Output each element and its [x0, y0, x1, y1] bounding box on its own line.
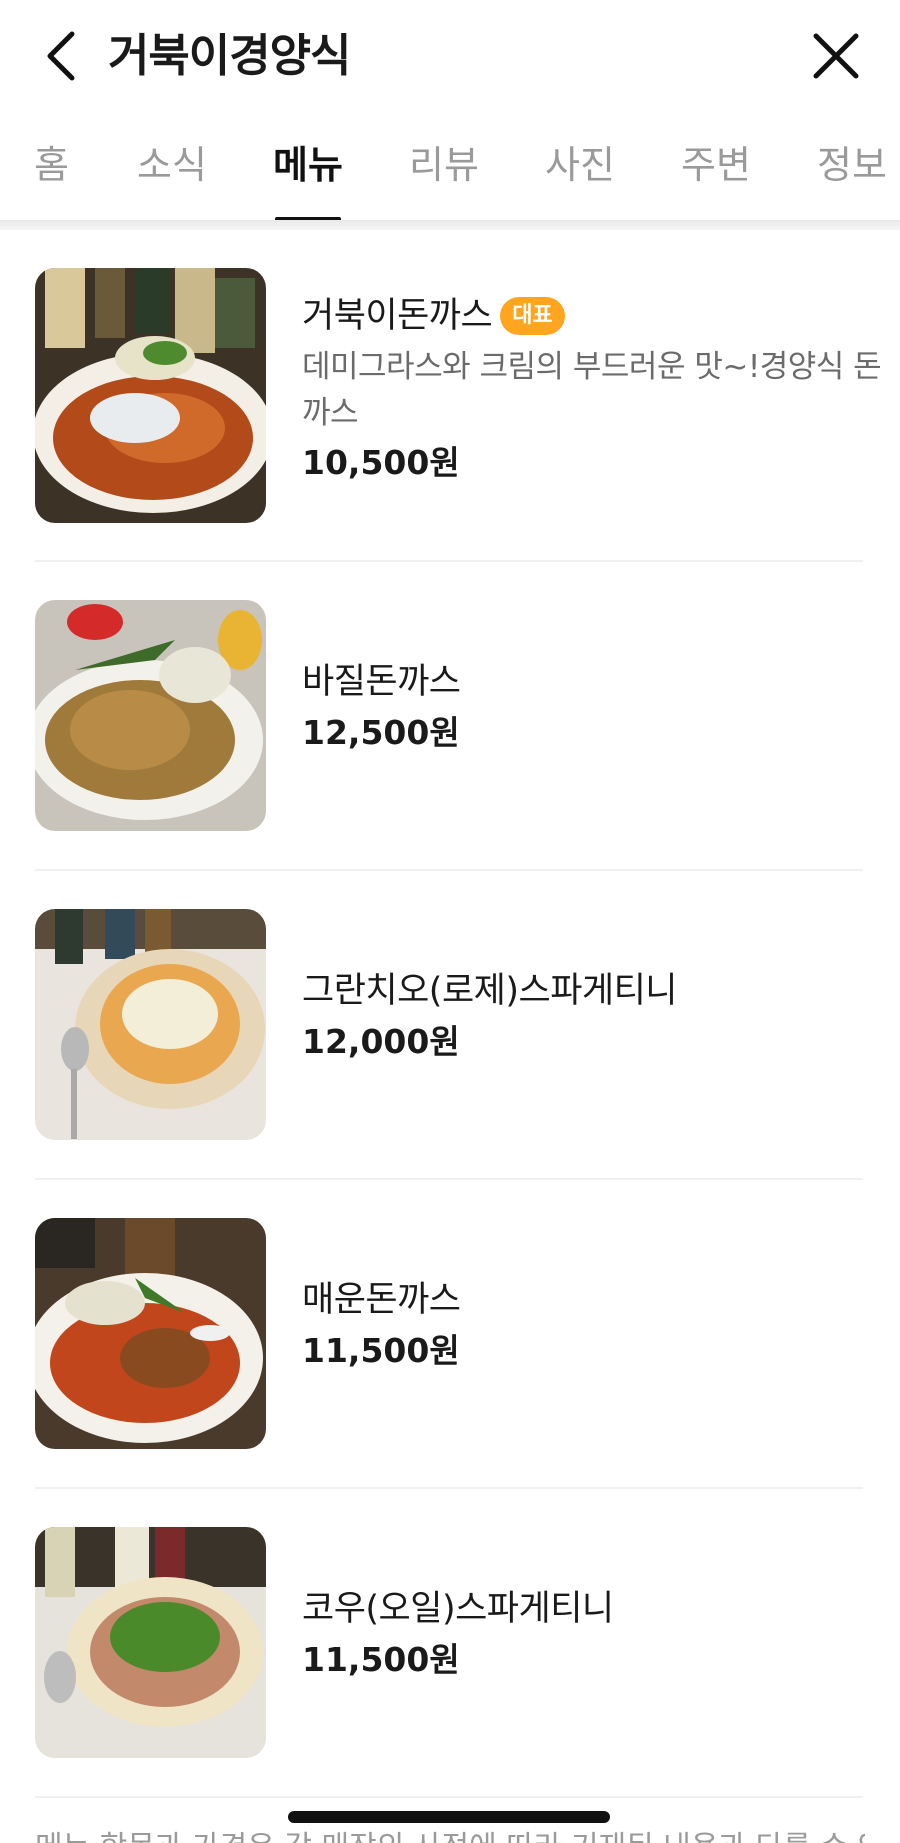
menu-item-name: 그란치오(로제)스파게티니 — [302, 971, 678, 1011]
menu-item-image-gratin-rose-pasta[interactable] — [35, 909, 266, 1140]
signature-badge: 대표 — [500, 297, 565, 335]
tab-menu[interactable]: 메뉴 — [273, 140, 343, 190]
page-title: 거북이경양식 — [108, 29, 351, 82]
close-button[interactable] — [810, 28, 862, 84]
back-button[interactable] — [36, 26, 86, 86]
menu-item-name: 매운돈까스 — [302, 1280, 461, 1320]
menu-item-price: 10,500원 — [302, 443, 460, 482]
divider — [35, 1796, 863, 1798]
home-indicator[interactable] — [288, 1811, 610, 1823]
menu-item-price: 12,000원 — [302, 1022, 460, 1061]
menu-item-image-oil-pasta-arugula[interactable] — [35, 1527, 266, 1758]
chevron-left-icon — [47, 31, 75, 81]
menu-item-price: 12,500원 — [302, 713, 460, 752]
menu-disclaimer: 메뉴 항목과 가격은 각 매장의 사정에 따라 기재된 내용과 다를 수 있 — [35, 1822, 865, 1843]
tab-reviews[interactable]: 리뷰 — [409, 140, 479, 190]
tab-home[interactable]: 홈 — [34, 140, 69, 190]
menu-item[interactable]: 매운돈까스 11,500원 — [35, 1180, 863, 1489]
menu-item-name: 코우(오일)스파게티니 — [302, 1589, 614, 1629]
menu-item[interactable]: 거북이돈까스 대표 데미그라스와 크림의 부드러운 맛~!경양식 돈까스 10,5… — [35, 230, 882, 562]
tab-nearby[interactable]: 주변 — [681, 140, 751, 190]
menu-item-price: 11,500원 — [302, 1331, 460, 1370]
top-bar: 거북이경양식 — [0, 0, 900, 110]
menu-item-info: 코우(오일)스파게티니 11,500원 — [302, 1585, 892, 1683]
menu-item-price: 11,500원 — [302, 1640, 460, 1679]
tab-news[interactable]: 소식 — [137, 140, 207, 190]
menu-item-info: 그란치오(로제)스파게티니 12,000원 — [302, 967, 892, 1065]
menu-item-info: 바질돈까스 12,500원 — [302, 658, 892, 756]
menu-item-description: 데미그라스와 크림의 부드러운 맛~!경양식 돈까스 — [302, 349, 882, 431]
menu-item[interactable]: 그란치오(로제)스파게티니 12,000원 — [35, 871, 863, 1180]
tab-info[interactable]: 정보 — [817, 140, 887, 190]
menu-item[interactable]: 바질돈까스 12,500원 — [35, 562, 863, 871]
menu-item-info: 매운돈까스 11,500원 — [302, 1276, 892, 1374]
tab-bar: 홈 소식 메뉴 리뷰 사진 주변 정보 — [0, 118, 900, 224]
menu-item-image-cutlet-basil[interactable] — [35, 600, 266, 831]
tab-bar-shadow — [0, 220, 900, 230]
menu-item-image-cutlet-demiglace-cream[interactable] — [35, 268, 266, 523]
tab-photos[interactable]: 사진 — [545, 140, 615, 190]
menu-item-image-cutlet-spicy[interactable] — [35, 1218, 266, 1449]
menu-item-name: 거북이돈까스 — [302, 296, 493, 336]
menu-item-name: 바질돈까스 — [302, 662, 461, 702]
close-icon — [813, 33, 859, 79]
menu-item[interactable]: 코우(오일)스파게티니 11,500원 — [35, 1489, 863, 1798]
menu-item-info: 거북이돈까스 대표 데미그라스와 크림의 부드러운 맛~!경양식 돈까스 10,5… — [302, 292, 892, 486]
